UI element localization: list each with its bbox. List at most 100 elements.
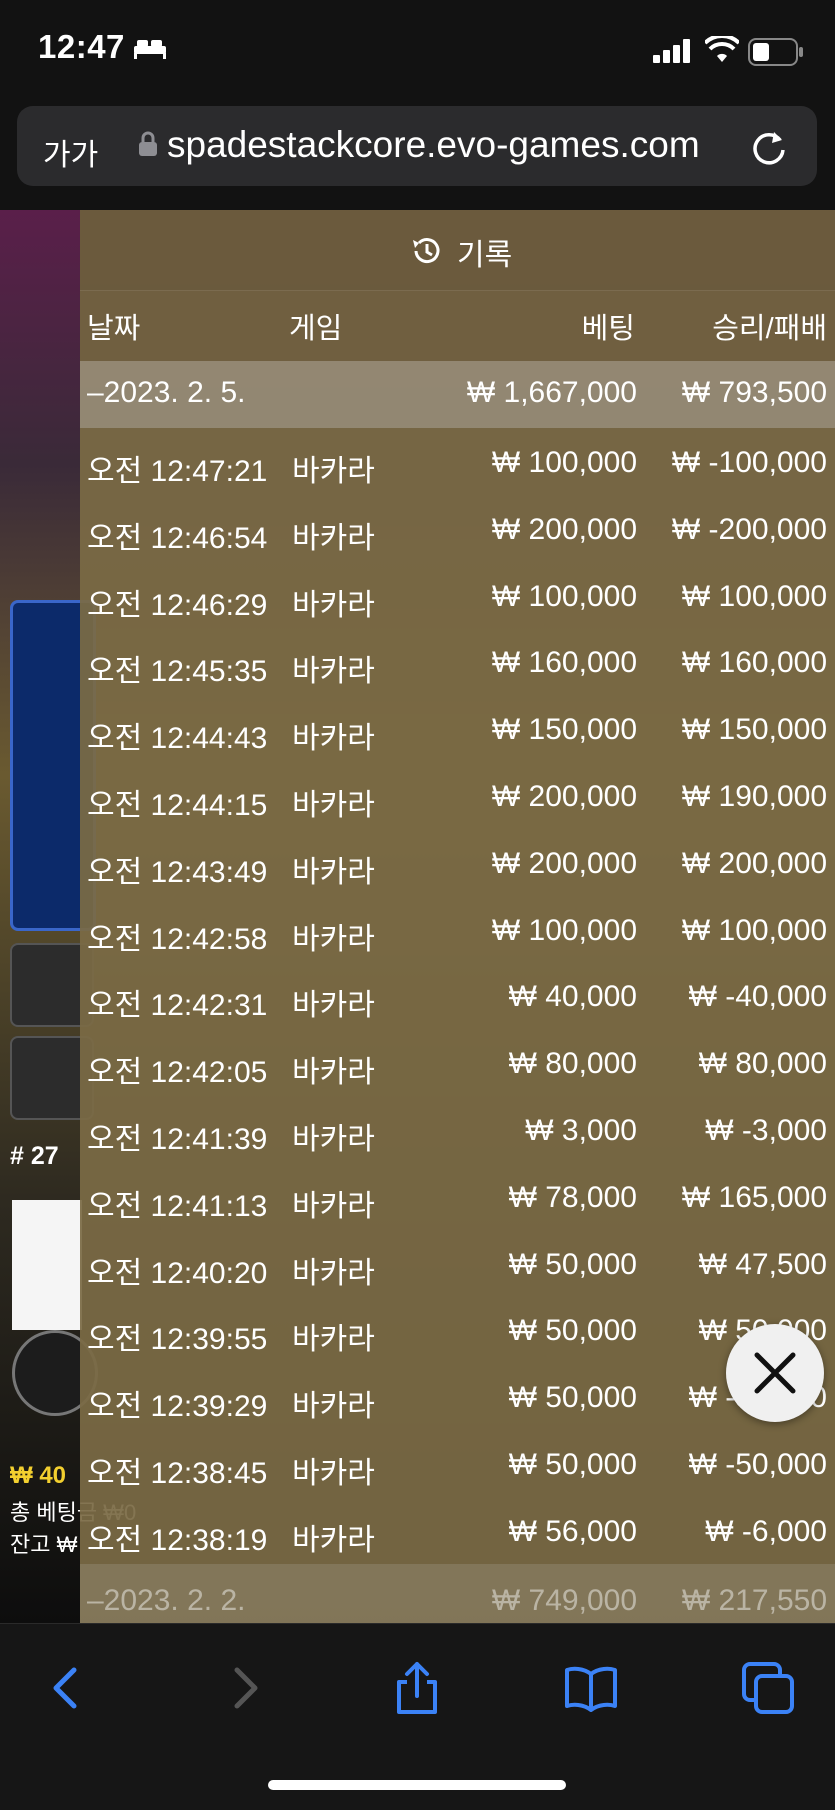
history-rows: 오전 12:47:21 바카라 ₩ 100,000 ₩ -100,000 오전 12:… [80, 428, 835, 1564]
row-bet: ₩ 50,000 [508, 1447, 637, 1481]
row-time: 오전 12:45:35 [87, 655, 268, 689]
row-bet: ₩ 80,000 [508, 1047, 637, 1081]
history-row[interactable]: 오전 12:39:55바카라₩ 50,000₩ 50,000 [80, 1296, 835, 1363]
row-game: 바카라 [292, 1122, 375, 1156]
row-bet: ₩ 3,000 [525, 1113, 637, 1147]
history-row[interactable]: 오전 12:42:05 바카라 ₩ 80,000 ₩ 80,000 [80, 1029, 835, 1096]
row-bet: ₩ 40,000 [508, 980, 637, 1014]
row-bet: ₩ 100,000 [491, 579, 637, 613]
close-button[interactable] [726, 1324, 824, 1422]
battery-icon [748, 38, 804, 71]
history-row[interactable]: 오전 12:45:35 바카라 ₩ 160,000 ₩ 160,000 [80, 628, 835, 695]
row-bet: ₩ 50,000 [508, 1381, 637, 1415]
day-total-bet: ₩ 749,000 [491, 1583, 637, 1617]
close-icon [754, 1352, 796, 1394]
history-row[interactable]: 오전 12:38:45 바카라 ₩ 50,000 ₩ -50,000 [80, 1430, 835, 1497]
row-time: 오전 12:39:29 [87, 1390, 268, 1424]
row-win-loss: ₩ 100,000 [681, 913, 827, 947]
history-row[interactable]: 오전 12:43:49 바카라 ₩ 200,000 ₩ 200,000 [80, 829, 835, 896]
row-game: 바카라 [292, 521, 375, 555]
history-row[interactable]: 오전 12:44:43 바카라 ₩ 150,000 ₩ 150,000 [80, 695, 835, 762]
row-game: 바카라 [292, 989, 375, 1023]
row-game: 바카라 [292, 855, 375, 889]
balance: 잔고 ₩ [10, 1532, 78, 1557]
row-bet: ₩ 56,000 [508, 1514, 637, 1548]
lock-icon [137, 130, 159, 163]
bookmarks-icon[interactable] [563, 1660, 619, 1716]
row-bet: ₩ 78,000 [508, 1180, 637, 1214]
row-bet: ₩ 100,000 [491, 913, 637, 947]
reader-text-size-button[interactable]: 가가 [43, 130, 98, 174]
bet-amount: ₩ 40 [10, 1462, 67, 1489]
row-win-loss: ₩ 47,500 [698, 1247, 827, 1281]
row-game: 바카라 [292, 1056, 375, 1090]
tabs-icon[interactable] [740, 1660, 796, 1716]
row-time: 오전 12:40:20 [87, 1256, 268, 1290]
history-header: 기록 [80, 210, 835, 290]
column-game: 게임 [289, 313, 343, 345]
row-time: 오전 12:47:21 [87, 455, 268, 488]
forward-icon[interactable] [215, 1660, 271, 1716]
row-bet: ₩ 200,000 [491, 779, 637, 813]
row-win-loss: ₩ -100,000 [671, 446, 827, 479]
home-indicator [268, 1780, 566, 1790]
cellular-signal-icon [653, 39, 693, 68]
round-number: # 27 [10, 1142, 59, 1170]
row-win-loss: ₩ -3,000 [705, 1113, 827, 1147]
history-column-headers: 날짜 게임 베팅 승리/패배 [80, 290, 835, 361]
row-game: 바카라 [292, 1323, 375, 1357]
status-bar: 12:47 [0, 0, 835, 102]
bed-icon [133, 38, 167, 65]
history-panel: 기록 날짜 게임 베팅 승리/패배 –2023. 2. 5. ₩ 1,667,0… [80, 210, 835, 1623]
day-group-row[interactable]: –2023. 2. 5. ₩ 1,667,000 ₩ 793,500 [80, 361, 835, 428]
row-game: 바카라 [292, 922, 375, 956]
history-row[interactable]: 오전 12:39:29바카라₩ 50,000₩ -50,000 [80, 1363, 835, 1430]
share-icon[interactable] [389, 1660, 445, 1716]
reload-icon[interactable] [750, 126, 788, 171]
column-bet: 베팅 [581, 313, 635, 345]
day-total-bet: ₩ 1,667,000 [466, 376, 637, 409]
status-time: 12:47 [38, 28, 125, 65]
row-time: 오전 12:42:05 [87, 1056, 268, 1090]
row-win-loss: ₩ -40,000 [688, 980, 827, 1014]
history-row[interactable]: 오전 12:44:15 바카라 ₩ 200,000 ₩ 190,000 [80, 762, 835, 829]
column-date: 날짜 [87, 313, 141, 345]
history-row[interactable]: 오전 12:42:31 바카라 ₩ 40,000 ₩ -40,000 [80, 962, 835, 1029]
row-game: 바카라 [292, 1189, 375, 1223]
row-time: 오전 12:39:55 [87, 1323, 268, 1357]
day-group-row[interactable]: –2023. 2. 2. ₩ 749,000 ₩ 217,550 [80, 1563, 835, 1623]
row-time: 오전 12:46:54 [87, 521, 268, 555]
history-row[interactable]: 오전 12:47:21 바카라 ₩ 100,000 ₩ -100,000 [80, 428, 835, 495]
row-bet: ₩ 50,000 [508, 1314, 637, 1348]
history-row[interactable]: 오전 12:46:54 바카라 ₩ 200,000 ₩ -200,000 [80, 495, 835, 562]
row-game: 바카라 [292, 1256, 375, 1290]
row-win-loss: ₩ 200,000 [681, 846, 827, 880]
history-row[interactable]: 오전 12:41:39 바카라 ₩ 3,000 ₩ -3,000 [80, 1096, 835, 1163]
row-game: 바카라 [292, 588, 375, 622]
row-time: 오전 12:44:15 [87, 788, 268, 822]
row-win-loss: ₩ 150,000 [681, 713, 827, 747]
roadmap-thumbnail [12, 1200, 82, 1330]
row-win-loss: ₩ -200,000 [671, 512, 827, 546]
url-text[interactable]: spadestackcore.evo-games.com [167, 124, 747, 166]
row-win-loss: ₩ 160,000 [681, 646, 827, 680]
history-row[interactable]: 오전 12:40:20 바카라 ₩ 50,000 ₩ 47,500 [80, 1230, 835, 1297]
history-row[interactable]: 오전 12:38:19 바카라 ₩ 56,000 ₩ -6,000 [80, 1497, 835, 1564]
history-icon [410, 235, 442, 272]
history-row[interactable]: 오전 12:42:58 바카라 ₩ 100,000 ₩ 100,000 [80, 896, 835, 963]
row-game: 바카라 [292, 1456, 375, 1490]
row-time: 오전 12:38:19 [87, 1523, 268, 1557]
row-win-loss: ₩ 190,000 [681, 779, 827, 813]
history-row[interactable]: 오전 12:46:29 바카라 ₩ 100,000 ₩ 100,000 [80, 562, 835, 629]
row-bet: ₩ 160,000 [491, 646, 637, 680]
row-game: 바카라 [292, 722, 375, 756]
row-game: 바카라 [292, 655, 375, 689]
history-row[interactable]: 오전 12:41:13 바카라 ₩ 78,000 ₩ 165,000 [80, 1163, 835, 1230]
row-time: 오전 12:41:39 [87, 1122, 268, 1156]
url-bar[interactable]: 가가 spadestackcore.evo-games.com [17, 106, 817, 186]
back-icon[interactable] [40, 1660, 96, 1716]
history-title: 기록 [457, 239, 513, 272]
row-bet: ₩ 100,000 [491, 446, 637, 479]
row-bet: ₩ 200,000 [491, 846, 637, 880]
day-date: –2023. 2. 2. [87, 1583, 246, 1617]
